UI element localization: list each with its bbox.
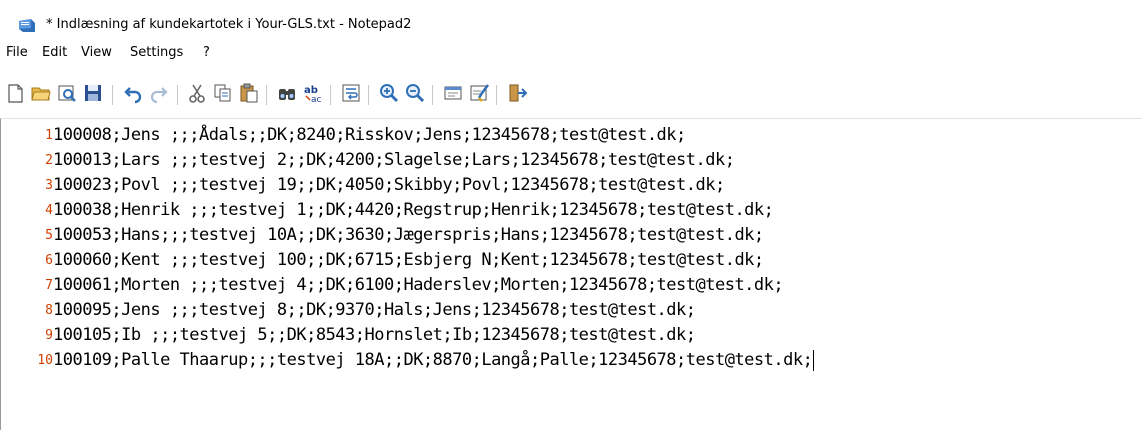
window-title: * Indlæsning af kundekartotek i Your-GLS… [46, 17, 412, 32]
find-icon[interactable] [276, 82, 298, 104]
menu-edit[interactable]: Edit [42, 45, 67, 60]
menu-view[interactable]: View [81, 45, 112, 60]
text-caret [813, 350, 815, 371]
cut-icon[interactable] [186, 82, 208, 104]
line-number: 7 [45, 278, 53, 293]
scheme-icon[interactable] [442, 82, 464, 104]
menu-settings[interactable]: Settings [130, 45, 183, 60]
text-editor[interactable]: 1 100008;Jens ;;;Ådals;;DK;8240;Risskov;… [0, 118, 1142, 430]
text-line-2[interactable]: 2 100013;Lars ;;;testvej 2;;DK;4200;Slag… [1, 148, 1142, 173]
menu-file[interactable]: File [6, 45, 28, 60]
text-line-5[interactable]: 5 100053;Hans;;;testvej 10A;;DK;3630;Jæg… [1, 223, 1142, 248]
line-content[interactable]: 100060;Kent ;;;testvej 100;;DK;6715;Esbj… [53, 250, 764, 270]
line-number: 3 [45, 178, 53, 193]
line-number: 4 [45, 203, 53, 218]
cropped-caption [0, 0, 1142, 10]
title-bar: * Indlæsning af kundekartotek i Your-GLS… [0, 10, 1142, 40]
zoom-in-icon[interactable] [378, 82, 400, 104]
text-line-8[interactable]: 8 100095;Jens ;;;testvej 8;;DK;9370;Hals… [1, 298, 1142, 323]
text-line-9[interactable]: 9 100105;Ib ;;;testvej 5;;DK;8543;Hornsl… [1, 323, 1142, 348]
line-number: 5 [45, 228, 53, 243]
menu-bar: File Edit View Settings ? [0, 40, 1142, 66]
line-number: 8 [45, 303, 53, 318]
toolbar-separator [496, 85, 497, 105]
line-content[interactable]: 100061;Morten ;;;testvej 4;;DK;6100;Hade… [53, 275, 784, 295]
line-content[interactable]: 100053;Hans;;;testvej 10A;;DK;3630;Jæger… [53, 225, 764, 245]
toolbar: ab ac [0, 72, 1142, 114]
line-number: 9 [45, 328, 53, 343]
toolbar-separator [177, 85, 178, 105]
browse-icon[interactable] [56, 82, 78, 104]
paste-icon[interactable] [238, 82, 260, 104]
replace-icon[interactable]: ab ac [302, 82, 324, 104]
text-line-7[interactable]: 7 100061;Morten ;;;testvej 4;;DK;6100;Ha… [1, 273, 1142, 298]
line-number: 2 [45, 153, 53, 168]
line-content[interactable]: 100008;Jens ;;;Ådals;;DK;8240;Risskov;Je… [53, 125, 686, 145]
line-content[interactable]: 100095;Jens ;;;testvej 8;;DK;9370;Hals;J… [53, 300, 696, 320]
line-content[interactable]: 100013;Lars ;;;testvej 2;;DK;4200;Slagel… [53, 150, 735, 170]
zoom-out-icon[interactable] [404, 82, 426, 104]
menu-help[interactable]: ? [203, 45, 210, 60]
line-number: 10 [37, 353, 53, 368]
toolbar-separator [432, 85, 433, 105]
text-line-10[interactable]: 10 100109;Palle Thaarup;;;testvej 18A;;D… [1, 348, 1142, 373]
line-content[interactable]: 100109;Palle Thaarup;;;testvej 18A;;DK;8… [53, 350, 813, 370]
exit-icon[interactable] [506, 82, 528, 104]
save-icon[interactable] [82, 82, 104, 104]
undo-icon[interactable] [122, 82, 144, 104]
toolbar-separator [330, 85, 331, 105]
copy-icon[interactable] [212, 82, 234, 104]
svg-text:ac: ac [311, 95, 322, 104]
text-line-6[interactable]: 6 100060;Kent ;;;testvej 100;;DK;6715;Es… [1, 248, 1142, 273]
toolbar-separator [112, 85, 113, 105]
line-number: 6 [45, 253, 53, 268]
line-content[interactable]: 100105;Ib ;;;testvej 5;;DK;8543;Hornslet… [53, 325, 696, 345]
line-number: 1 [45, 128, 53, 143]
text-line-1[interactable]: 1 100008;Jens ;;;Ådals;;DK;8240;Risskov;… [1, 123, 1142, 148]
open-folder-icon[interactable] [30, 82, 52, 104]
word-wrap-icon[interactable] [340, 82, 362, 104]
toolbar-separator [368, 85, 369, 105]
toolbar-separator [266, 85, 267, 105]
notepad2-app-icon[interactable] [18, 18, 36, 33]
customize-icon[interactable] [468, 82, 490, 104]
text-line-3[interactable]: 3 100023;Povl ;;;testvej 19;;DK;4050;Ski… [1, 173, 1142, 198]
new-file-icon[interactable] [4, 82, 26, 104]
text-line-4[interactable]: 4 100038;Henrik ;;;testvej 1;;DK;4420;Re… [1, 198, 1142, 223]
line-content[interactable]: 100023;Povl ;;;testvej 19;;DK;4050;Skibb… [53, 175, 725, 195]
redo-icon[interactable] [148, 82, 170, 104]
line-content[interactable]: 100038;Henrik ;;;testvej 1;;DK;4420;Regs… [53, 200, 774, 220]
